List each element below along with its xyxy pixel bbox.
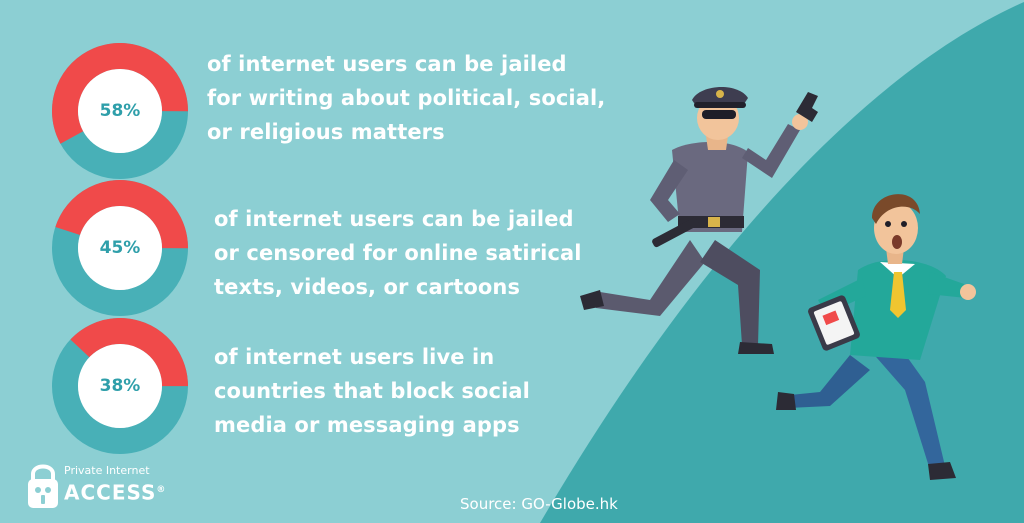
man-right-hand [960,284,976,300]
running-man-figure [776,194,976,480]
man-front-leg [870,340,945,470]
source-credit: Source: GO-Globe.hk [460,495,618,513]
officer-belt-buckle [708,217,720,227]
registered-mark: ® [156,485,167,495]
brand-logo: Private Internet ACCESS® [26,462,176,512]
police-cap-badge [716,90,724,98]
chase-illustration [580,86,976,480]
man-front-shoe [928,462,956,480]
man-mouth [892,235,902,249]
officer-front-leg [700,240,760,345]
brand-line-2-text: ACCESS [64,480,157,505]
police-officer-figure [580,86,818,354]
infographic: 58% of internet users can be jailed for … [0,0,1024,523]
officer-front-shoe [738,342,774,354]
sunglasses-icon [702,110,736,119]
man-eye [885,221,891,227]
man-back-leg [788,355,870,408]
man-back-shoe [776,392,796,410]
brand-name: Private Internet ACCESS® [64,464,166,505]
officer-back-leg [590,240,705,316]
man-eye [901,221,907,227]
officer-right-arm [742,124,800,178]
brand-line-1: Private Internet [64,464,150,477]
police-cap-brim [694,102,746,108]
brand-line-2: ACCESS® [64,478,166,505]
padlock-robot-icon [28,464,58,508]
